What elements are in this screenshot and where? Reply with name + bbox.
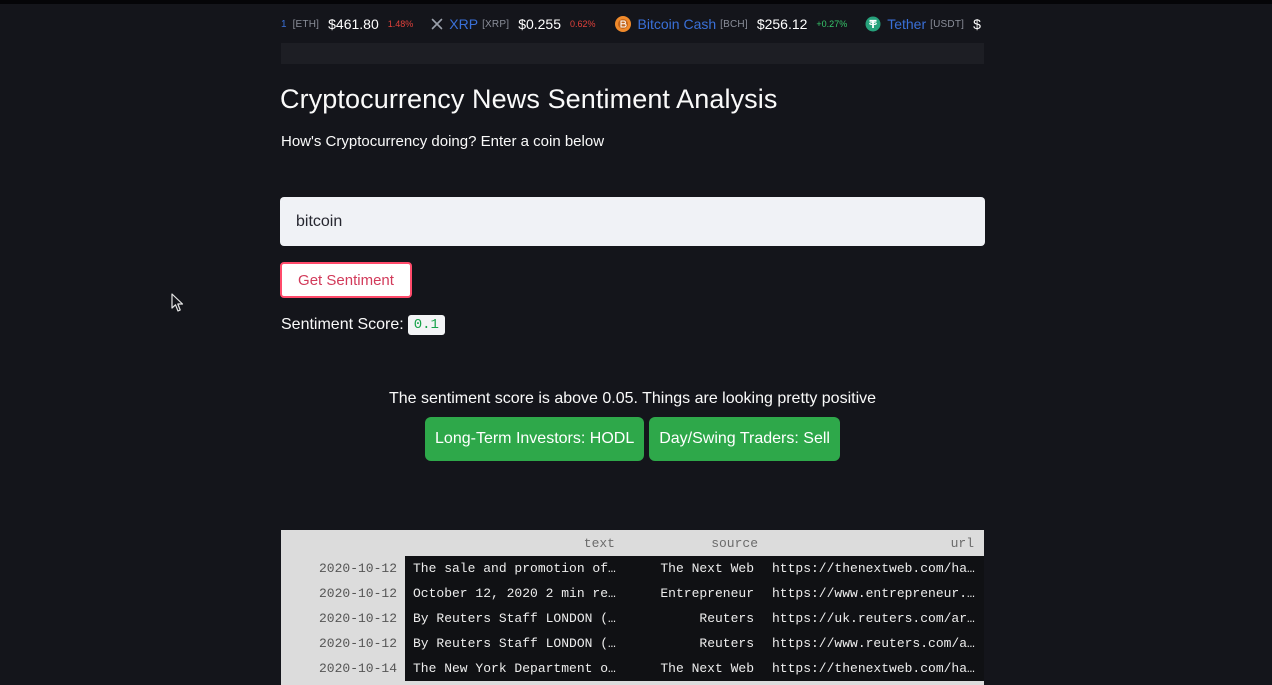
news-table: text source url 2020-10-12 The sale and …: [281, 530, 984, 681]
day-swing-traders-badge[interactable]: Day/Swing Traders: Sell: [649, 417, 840, 461]
table-row: 2020-10-12 The sale and promotion of… Th…: [281, 556, 984, 581]
long-term-investors-badge[interactable]: Long-Term Investors: HODL: [425, 417, 645, 461]
top-bar: [0, 0, 1272, 4]
ticker-symbol: [ETH]: [292, 18, 320, 30]
cell-source[interactable]: The Next Web: [625, 656, 768, 681]
ticker-change: 0.62%: [570, 19, 596, 29]
cell-url[interactable]: https://thenextweb.com/ha…: [768, 556, 984, 581]
sentiment-score-value: 0.1: [407, 315, 445, 335]
ticker-symbol: [XRP]: [482, 18, 510, 30]
row-index: 2020-10-14: [281, 656, 405, 681]
row-index: 2020-10-12: [281, 606, 405, 631]
table-row: 2020-10-12 By Reuters Staff LONDON (… Re…: [281, 606, 984, 631]
table-row: 2020-10-12 By Reuters Staff LONDON (… Re…: [281, 631, 984, 656]
ticker-symbol: [USDT]: [930, 18, 965, 30]
cell-source[interactable]: Reuters: [625, 631, 768, 656]
cell-text[interactable]: The sale and promotion of…: [405, 556, 625, 581]
index-header: [281, 530, 405, 556]
xrp-icon: [431, 18, 443, 30]
ticker-price: $461.80: [328, 16, 379, 32]
ticker-lead-symbol: 1: [281, 18, 287, 30]
page-title: Cryptocurrency News Sentiment Analysis: [280, 84, 778, 114]
column-header-source[interactable]: source: [625, 530, 768, 556]
tether-icon: [865, 16, 881, 32]
cell-text[interactable]: The New York Department o…: [405, 656, 625, 681]
crypto-ticker: 1 [ETH] $461.80 1.48% XRP [XRP] $0.255 0…: [281, 10, 984, 38]
cell-url[interactable]: https://uk.reuters.com/ar…: [768, 606, 984, 631]
ticker-name: Bitcoin Cash: [637, 16, 717, 32]
sentiment-message: The sentiment score is above 0.05. Thing…: [388, 390, 877, 407]
cell-source[interactable]: The Next Web: [625, 556, 768, 581]
column-header-url[interactable]: url: [768, 530, 984, 556]
cell-url[interactable]: https://thenextweb.com/ha…: [768, 656, 984, 681]
row-index: 2020-10-12: [281, 581, 405, 606]
row-index: 2020-10-12: [281, 631, 405, 656]
cell-text[interactable]: By Reuters Staff LONDON (…: [405, 631, 625, 656]
recommendation-row: Long-Term Investors: HODL Day/Swing Trad…: [280, 417, 985, 461]
cell-url[interactable]: https://www.entrepreneur.…: [768, 581, 984, 606]
bitcoin-cash-icon: [614, 15, 632, 33]
ticker-item-xrp[interactable]: XRP [XRP] $0.255 0.62%: [431, 16, 596, 32]
page-subtitle: How's Cryptocurrency doing? Enter a coin…: [281, 133, 605, 150]
ticker-change: +0.27%: [816, 19, 848, 29]
row-index: 2020-10-12: [281, 556, 405, 581]
mouse-pointer-icon: [171, 293, 185, 318]
ticker-symbol: [BCH]: [720, 18, 748, 30]
ticker-price: $0.255: [518, 16, 562, 32]
ticker-price: $256.12: [756, 16, 808, 32]
table-header-row: text source url: [281, 530, 984, 556]
sentiment-score-label: Sentiment Score:: [281, 316, 404, 333]
cell-text[interactable]: October 12, 2020 2 min re…: [405, 581, 625, 606]
ticker-price: $: [973, 16, 981, 32]
table-row: 2020-10-12 October 12, 2020 2 min re… En…: [281, 581, 984, 606]
cell-url[interactable]: https://www.reuters.com/a…: [768, 631, 984, 656]
ticker-change: 1.48%: [387, 19, 414, 29]
cell-text[interactable]: By Reuters Staff LONDON (…: [405, 606, 625, 631]
get-sentiment-button[interactable]: Get Sentiment: [280, 262, 412, 298]
cell-source[interactable]: Reuters: [625, 606, 768, 631]
table-row: 2020-10-14 The New York Department o… Th…: [281, 656, 984, 681]
ticker-name: XRP: [449, 16, 479, 32]
ticker-item-bch[interactable]: Bitcoin Cash [BCH] $256.12 +0.27%: [614, 15, 848, 33]
news-dataframe[interactable]: text source url 2020-10-12 The sale and …: [281, 530, 984, 685]
column-header-text[interactable]: text: [405, 530, 625, 556]
sentiment-score-row: Sentiment Score: 0.1: [281, 315, 445, 335]
ticker-item-usdt[interactable]: Tether [USDT] $: [865, 16, 984, 32]
ticker-item-eth[interactable]: [ETH] $461.80 1.48%: [293, 16, 414, 32]
ticker-strip: [281, 43, 984, 64]
coin-input[interactable]: [280, 197, 985, 246]
cell-source[interactable]: Entrepreneur: [625, 581, 768, 606]
ticker-name: Tether: [887, 16, 927, 32]
